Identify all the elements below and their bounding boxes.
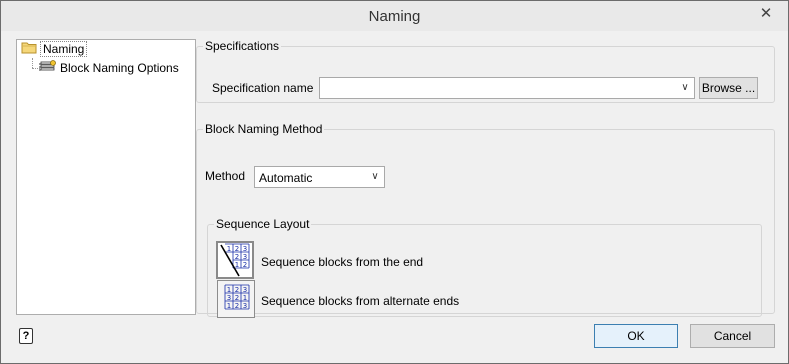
specifications-legend: Specifications [205,39,280,53]
cancel-button[interactable]: Cancel [690,324,775,348]
sequence-layout-legend: Sequence Layout [216,217,310,231]
tree-item-label: Block Naming Options [60,61,179,75]
block-naming-method-group: Block Naming Method Method Automatic ∨ S… [196,122,775,318]
tree-item-block-naming-options[interactable]: Block Naming Options [39,59,179,77]
chevron-down-icon[interactable]: ∨ [678,80,692,96]
method-select[interactable]: Automatic ∨ [254,166,385,188]
close-button[interactable]: ✕ [756,5,776,23]
sequence-from-end-icon[interactable]: 123 23 12 [216,241,254,279]
options-icon [39,59,57,78]
specifications-group: Specifications Specification name ∨ Brow… [196,39,775,103]
naming-dialog: Naming ✕ Naming Block Naming Options Spe… [0,0,789,364]
browse-button[interactable]: Browse ... [699,77,758,99]
chevron-down-icon[interactable]: ∨ [368,169,382,185]
specification-name-label: Specification name [212,81,314,95]
tree-item-label: Naming [40,41,88,57]
window-title: Naming [368,8,421,25]
sequence-layout-group: Sequence Layout 123 23 12 Sequence block… [207,217,762,318]
method-value: Automatic [259,171,313,185]
title-bar: Naming ✕ [1,1,788,31]
sequence-alternate-ends-icon[interactable]: 123 321 123 [217,280,255,318]
specification-name-combobox[interactable]: ∨ [319,77,695,99]
tree-connector [32,58,33,68]
navigation-tree[interactable]: Naming Block Naming Options [16,39,196,315]
method-label: Method [205,169,246,183]
tree-item-naming[interactable]: Naming [21,40,88,59]
ok-button[interactable]: OK [594,324,678,348]
sequence-from-end-label[interactable]: Sequence blocks from the end [261,255,423,269]
block-naming-method-legend: Block Naming Method [205,122,323,136]
sequence-alternate-ends-label[interactable]: Sequence blocks from alternate ends [261,294,459,308]
help-icon[interactable]: ? [19,328,33,344]
folder-icon [21,41,37,59]
